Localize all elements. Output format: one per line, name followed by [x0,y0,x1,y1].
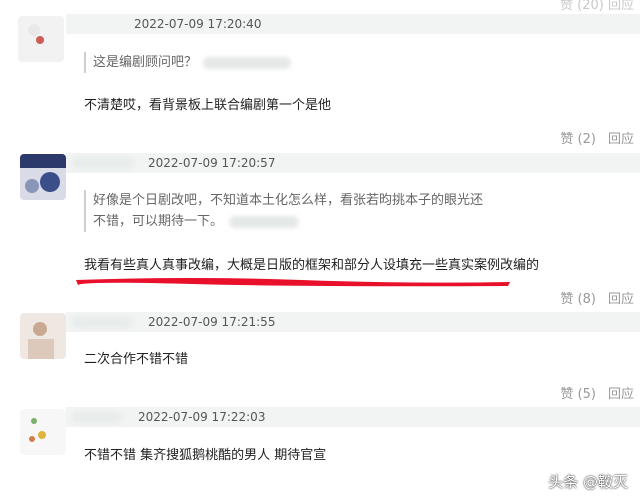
comment-actions: 赞 (5) 回应 [560,383,634,402]
comment-timestamp: 2022-07-09 17:22:03 [138,410,266,424]
username-blurred [72,411,122,423]
comment-timestamp: 2022-07-09 17:21:55 [148,315,276,329]
comment-timestamp: 2022-07-09 17:20:40 [134,17,262,31]
reply-button[interactable]: 回应 [608,387,634,402]
comment-actions: 赞 (2) 回应 [560,128,634,147]
username-blurred [72,316,134,328]
avatar[interactable] [20,313,66,359]
quoted-author-blurred [203,56,292,69]
watermark: 头条 @鞍灭 [548,473,628,491]
quoted-text-line-1: 好像是个日剧改吧，不知道本土化怎么样，看张若昀挑本子的眼光还 [93,193,484,208]
avatar-image-icon [20,313,66,359]
comment-body: 二次合作不错不错 [84,352,189,367]
avatar-image-icon [18,16,64,62]
red-underline-annotation [76,278,510,287]
like-button[interactable]: 赞 (2) [560,132,596,147]
quoted-comment: 好像是个日剧改吧，不知道本土化怎么样，看张若昀挑本子的眼光还 不错，可以期待一下… [84,190,514,232]
avatar[interactable] [20,154,66,200]
quoted-author-blurred [229,215,300,228]
partial-actions-top: 赞 (20) 回应 [560,0,634,13]
reply-button[interactable]: 回应 [608,292,634,307]
comment-actions: 赞 (8) 回应 [560,288,634,307]
avatar-image-icon [20,154,66,200]
comment-timestamp: 2022-07-09 17:20:57 [148,156,276,170]
comment-body: 不清楚哎，看背景板上联合编剧第一个是他 [84,98,332,113]
comment-body: 我看有些真人真事改编，大概是日版的框架和部分人设填充一些真实案例改编的 [84,258,540,273]
like-button[interactable]: 赞 (5) [560,387,596,402]
avatar[interactable] [18,16,64,62]
reply-button[interactable]: 回应 [608,132,634,147]
avatar[interactable] [20,409,66,455]
comment-body: 不错不错 集齐搜狐鹅桃酷的男人 期待官宣 [84,448,327,463]
quoted-text: 这是编剧顾问吧？ [93,55,198,70]
like-button[interactable]: 赞 (8) [560,292,596,307]
avatar-image-icon [20,409,66,455]
username-blurred [72,157,134,169]
quoted-comment: 这是编剧顾问吧？ [84,52,292,73]
quoted-text-line-2: 不错，可以期待一下。 [93,214,224,229]
